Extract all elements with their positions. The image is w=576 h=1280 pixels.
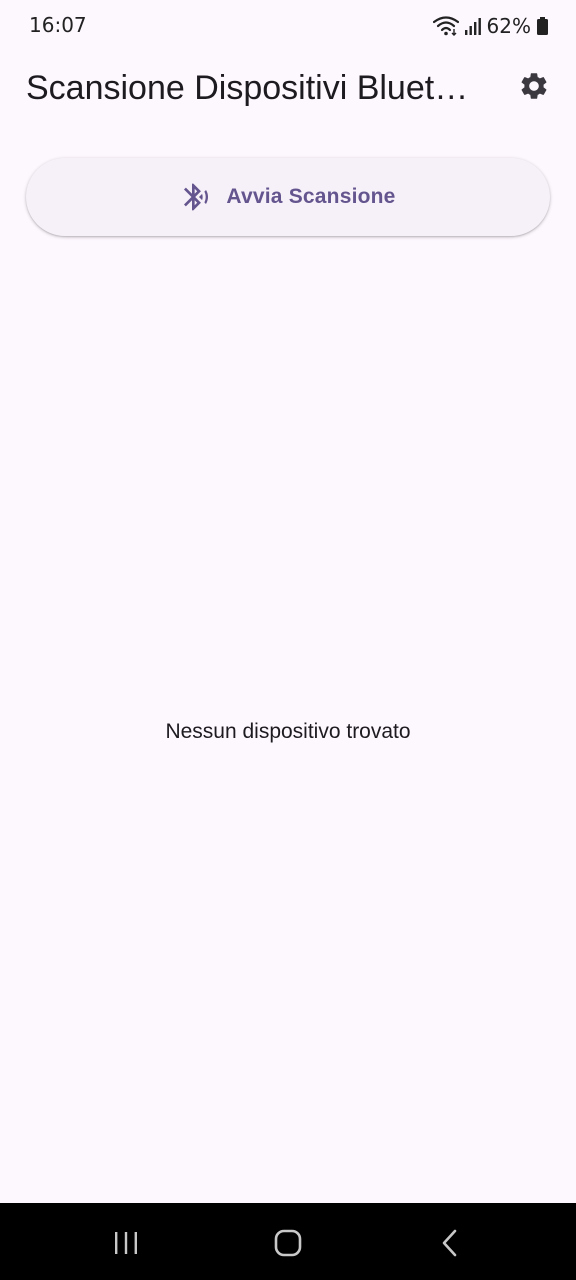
gear-icon [518, 70, 550, 107]
start-scan-label: Avvia Scansione [226, 185, 396, 208]
status-time: 16:07 [29, 13, 87, 37]
home-button[interactable] [258, 1221, 318, 1265]
recent-apps-icon [112, 1230, 140, 1256]
app-screen: 16:07 62% Scansione Dispositivi Bluetoot… [0, 0, 576, 1280]
page-title: Scansione Dispositivi Bluetooth [26, 69, 476, 107]
wifi-icon [432, 16, 459, 36]
recent-apps-button[interactable] [96, 1221, 156, 1265]
start-scan-button[interactable]: Avvia Scansione [26, 158, 550, 236]
system-nav-bar [0, 1203, 576, 1280]
empty-state-message: Nessun dispositivo trovato [165, 720, 411, 743]
back-button[interactable] [420, 1221, 480, 1265]
status-bar: 16:07 62% [0, 0, 576, 52]
bluetooth-searching-icon [180, 181, 212, 213]
back-icon [440, 1229, 460, 1257]
home-icon [274, 1229, 302, 1257]
battery-percent: 62% [486, 14, 531, 38]
app-bar: Scansione Dispositivi Bluetooth [0, 56, 576, 120]
battery-icon [537, 17, 548, 35]
signal-icon [464, 17, 481, 35]
status-icons: 62% [432, 12, 548, 40]
settings-button[interactable] [510, 64, 558, 112]
